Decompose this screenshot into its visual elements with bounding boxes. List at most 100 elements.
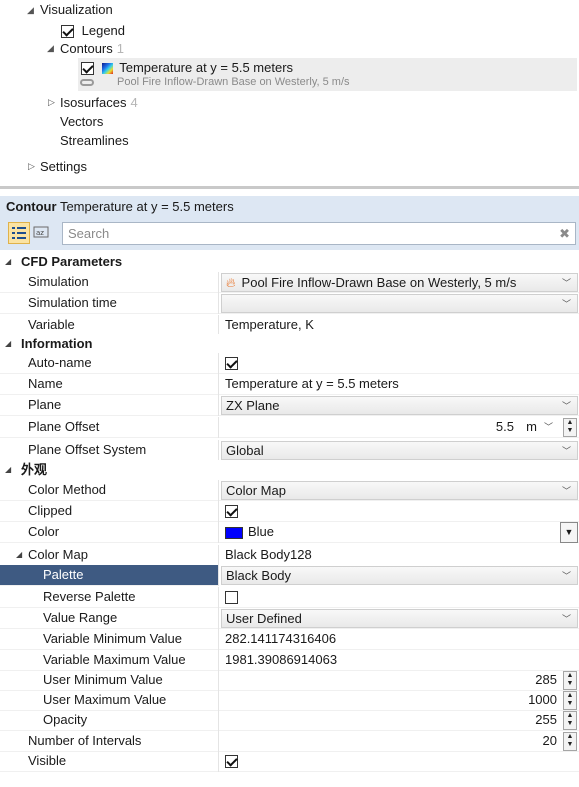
collapsed-arrow-icon[interactable]: ▷ bbox=[28, 161, 35, 172]
visible-checkbox[interactable] bbox=[225, 755, 238, 768]
object-type-label: Contour bbox=[6, 199, 57, 214]
prop-row-color[interactable]: Color Blue ▼ bbox=[0, 522, 579, 543]
collapse-arrow-icon[interactable]: ◢ bbox=[5, 460, 11, 480]
expand-arrow-icon[interactable]: ◢ bbox=[47, 43, 54, 54]
chevron-down-icon: ﹀ bbox=[561, 446, 571, 456]
prop-row-clipped[interactable]: Clipped bbox=[0, 501, 579, 522]
panel-splitter[interactable] bbox=[0, 186, 579, 189]
value-range-dropdown[interactable]: User Defined ﹀ bbox=[221, 609, 578, 628]
simulation-time-dropdown[interactable]: ﹀ bbox=[221, 294, 578, 313]
plane-offset-unit[interactable]: m bbox=[526, 417, 537, 437]
spin-up-icon[interactable]: ▲ bbox=[564, 419, 576, 427]
spin-up-icon[interactable]: ▲ bbox=[564, 672, 576, 680]
category-information[interactable]: ◢ Information bbox=[0, 334, 579, 354]
user-min-value[interactable]: 285 bbox=[535, 670, 557, 690]
chevron-down-icon[interactable]: ﹀ bbox=[544, 417, 553, 437]
prop-row-plane[interactable]: Plane ZX Plane ﹀ bbox=[0, 395, 579, 416]
visualization-tree: ◢ Visualization Legend ◢ Contours 1 Tempe… bbox=[0, 0, 579, 186]
spin-down-icon[interactable]: ▼ bbox=[564, 680, 576, 688]
legend-checkbox[interactable] bbox=[61, 25, 74, 39]
chevron-down-icon: ﹀ bbox=[561, 571, 571, 581]
prop-row-value-range[interactable]: Value Range User Defined ﹀ bbox=[0, 608, 579, 629]
property-search-box[interactable]: ✖ bbox=[62, 222, 576, 245]
prop-row-variable-min[interactable]: Variable Minimum Value 282.141174316406 bbox=[0, 629, 579, 650]
prop-row-simulation[interactable]: Simulation 🔥︎ Pool Fire Inflow-Drawn Base… bbox=[0, 272, 579, 293]
intervals-spinner[interactable]: ▲ ▼ bbox=[563, 732, 577, 751]
prop-row-user-max[interactable]: User Maximum Value 1000 ▲ ▼ bbox=[0, 690, 579, 711]
color-map-icon bbox=[101, 63, 113, 75]
reverse-palette-checkbox[interactable] bbox=[225, 591, 238, 604]
alphabetical-view-button[interactable]: az bbox=[31, 222, 53, 244]
opacity-spinner[interactable]: ▲ ▼ bbox=[563, 711, 577, 730]
spin-up-icon[interactable]: ▲ bbox=[564, 712, 576, 720]
prop-row-opacity[interactable]: Opacity 255 ▲ ▼ bbox=[0, 710, 579, 731]
color-method-dropdown[interactable]: Color Map ﹀ bbox=[221, 481, 578, 500]
search-input[interactable] bbox=[63, 223, 543, 244]
palette-dropdown[interactable]: Black Body ﹀ bbox=[221, 566, 578, 585]
tree-node-isosurfaces[interactable]: Isosurfaces 4 bbox=[60, 93, 138, 113]
intervals-value[interactable]: 20 bbox=[543, 731, 557, 751]
spin-down-icon[interactable]: ▼ bbox=[564, 700, 576, 708]
prop-row-reverse-palette[interactable]: Reverse Palette bbox=[0, 587, 579, 608]
color-swatch bbox=[225, 526, 243, 539]
prop-row-color-map[interactable]: ◢ Color Map Black Body128 bbox=[0, 545, 579, 566]
spin-up-icon[interactable]: ▲ bbox=[564, 692, 576, 700]
color-picker-button[interactable]: ▼ bbox=[560, 522, 578, 543]
spin-down-icon[interactable]: ▼ bbox=[564, 720, 576, 728]
contour-item-checkbox[interactable] bbox=[81, 62, 94, 76]
prop-row-variable-max[interactable]: Variable Maximum Value 1981.39086914063 bbox=[0, 650, 579, 671]
tree-node-legend[interactable]: Legend bbox=[61, 21, 125, 41]
collapsed-arrow-icon[interactable]: ▷ bbox=[48, 97, 55, 108]
category-cfd-parameters[interactable]: ◢ CFD Parameters bbox=[0, 252, 579, 272]
prop-row-user-min[interactable]: User Minimum Value 285 ▲ ▼ bbox=[0, 670, 579, 691]
prop-row-number-of-intervals[interactable]: Number of Intervals 20 ▲ ▼ bbox=[0, 731, 579, 752]
categorized-view-button[interactable] bbox=[8, 222, 30, 244]
simulation-dropdown[interactable]: 🔥︎ Pool Fire Inflow-Drawn Base on Westerl… bbox=[221, 273, 578, 292]
category-appearance[interactable]: ◢ 外观 bbox=[0, 460, 579, 480]
expand-arrow-icon[interactable]: ◢ bbox=[27, 5, 34, 16]
prop-row-variable[interactable]: Variable Temperature, K bbox=[0, 315, 579, 336]
categorized-list-icon bbox=[12, 227, 26, 239]
chevron-down-icon: ﹀ bbox=[561, 278, 571, 288]
spin-up-icon[interactable]: ▲ bbox=[564, 733, 576, 741]
prop-row-plane-offset[interactable]: Plane Offset 5.5 m ﹀ ▲ ▼ bbox=[0, 417, 579, 438]
prop-row-visible[interactable]: Visible bbox=[0, 751, 579, 772]
auto-name-checkbox[interactable] bbox=[225, 357, 238, 370]
color-map-value: Black Body128 bbox=[225, 547, 312, 562]
collapse-arrow-icon[interactable]: ◢ bbox=[16, 550, 22, 559]
svg-text:az: az bbox=[36, 229, 44, 237]
prop-row-color-method[interactable]: Color Method Color Map ﹀ bbox=[0, 480, 579, 501]
tree-node-contour-item[interactable]: Temperature at y = 5.5 meters bbox=[81, 58, 293, 78]
prop-row-palette[interactable]: Palette Black Body ﹀ bbox=[0, 565, 579, 586]
user-max-spinner[interactable]: ▲ ▼ bbox=[563, 691, 577, 710]
tree-node-settings[interactable]: Settings bbox=[40, 157, 87, 177]
plane-offset-value[interactable]: 5.5 bbox=[496, 417, 514, 437]
prop-row-simulation-time[interactable]: Simulation time ﹀ bbox=[0, 293, 579, 314]
clipped-checkbox[interactable] bbox=[225, 505, 238, 518]
collapse-arrow-icon[interactable]: ◢ bbox=[5, 334, 11, 354]
prop-row-name[interactable]: Name Temperature at y = 5.5 meters bbox=[0, 374, 579, 395]
property-toolbar: az ✖ bbox=[0, 218, 579, 250]
prop-row-auto-name[interactable]: Auto-name bbox=[0, 353, 579, 374]
opacity-value[interactable]: 255 bbox=[535, 710, 557, 730]
plane-offset-system-dropdown[interactable]: Global ﹀ bbox=[221, 441, 578, 460]
user-min-spinner[interactable]: ▲ ▼ bbox=[563, 671, 577, 690]
tree-node-visualization[interactable]: Visualization bbox=[40, 0, 113, 20]
tree-node-contours[interactable]: Contours 1 bbox=[60, 39, 124, 59]
tree-node-vectors[interactable]: Vectors bbox=[60, 112, 103, 132]
tree-node-streamlines[interactable]: Streamlines bbox=[60, 131, 129, 151]
alphabetical-sort-icon: az bbox=[33, 226, 49, 238]
collapse-arrow-icon[interactable]: ◢ bbox=[5, 252, 11, 272]
plane-offset-spinner[interactable]: ▲ ▼ bbox=[563, 418, 577, 437]
clear-search-icon[interactable]: ✖ bbox=[559, 226, 570, 242]
prop-row-plane-offset-system[interactable]: Plane Offset System Global ﹀ bbox=[0, 440, 579, 461]
chevron-down-icon: ﹀ bbox=[561, 299, 571, 309]
spin-down-icon[interactable]: ▼ bbox=[564, 741, 576, 749]
spin-down-icon[interactable]: ▼ bbox=[564, 427, 576, 435]
name-value[interactable]: Temperature at y = 5.5 meters bbox=[225, 374, 399, 394]
plane-dropdown[interactable]: ZX Plane ﹀ bbox=[221, 396, 578, 415]
variable-max-value: 1981.39086914063 bbox=[225, 652, 338, 667]
user-max-value[interactable]: 1000 bbox=[528, 690, 557, 710]
chevron-down-icon: ﹀ bbox=[561, 401, 571, 411]
chevron-down-icon: ﹀ bbox=[561, 486, 571, 496]
